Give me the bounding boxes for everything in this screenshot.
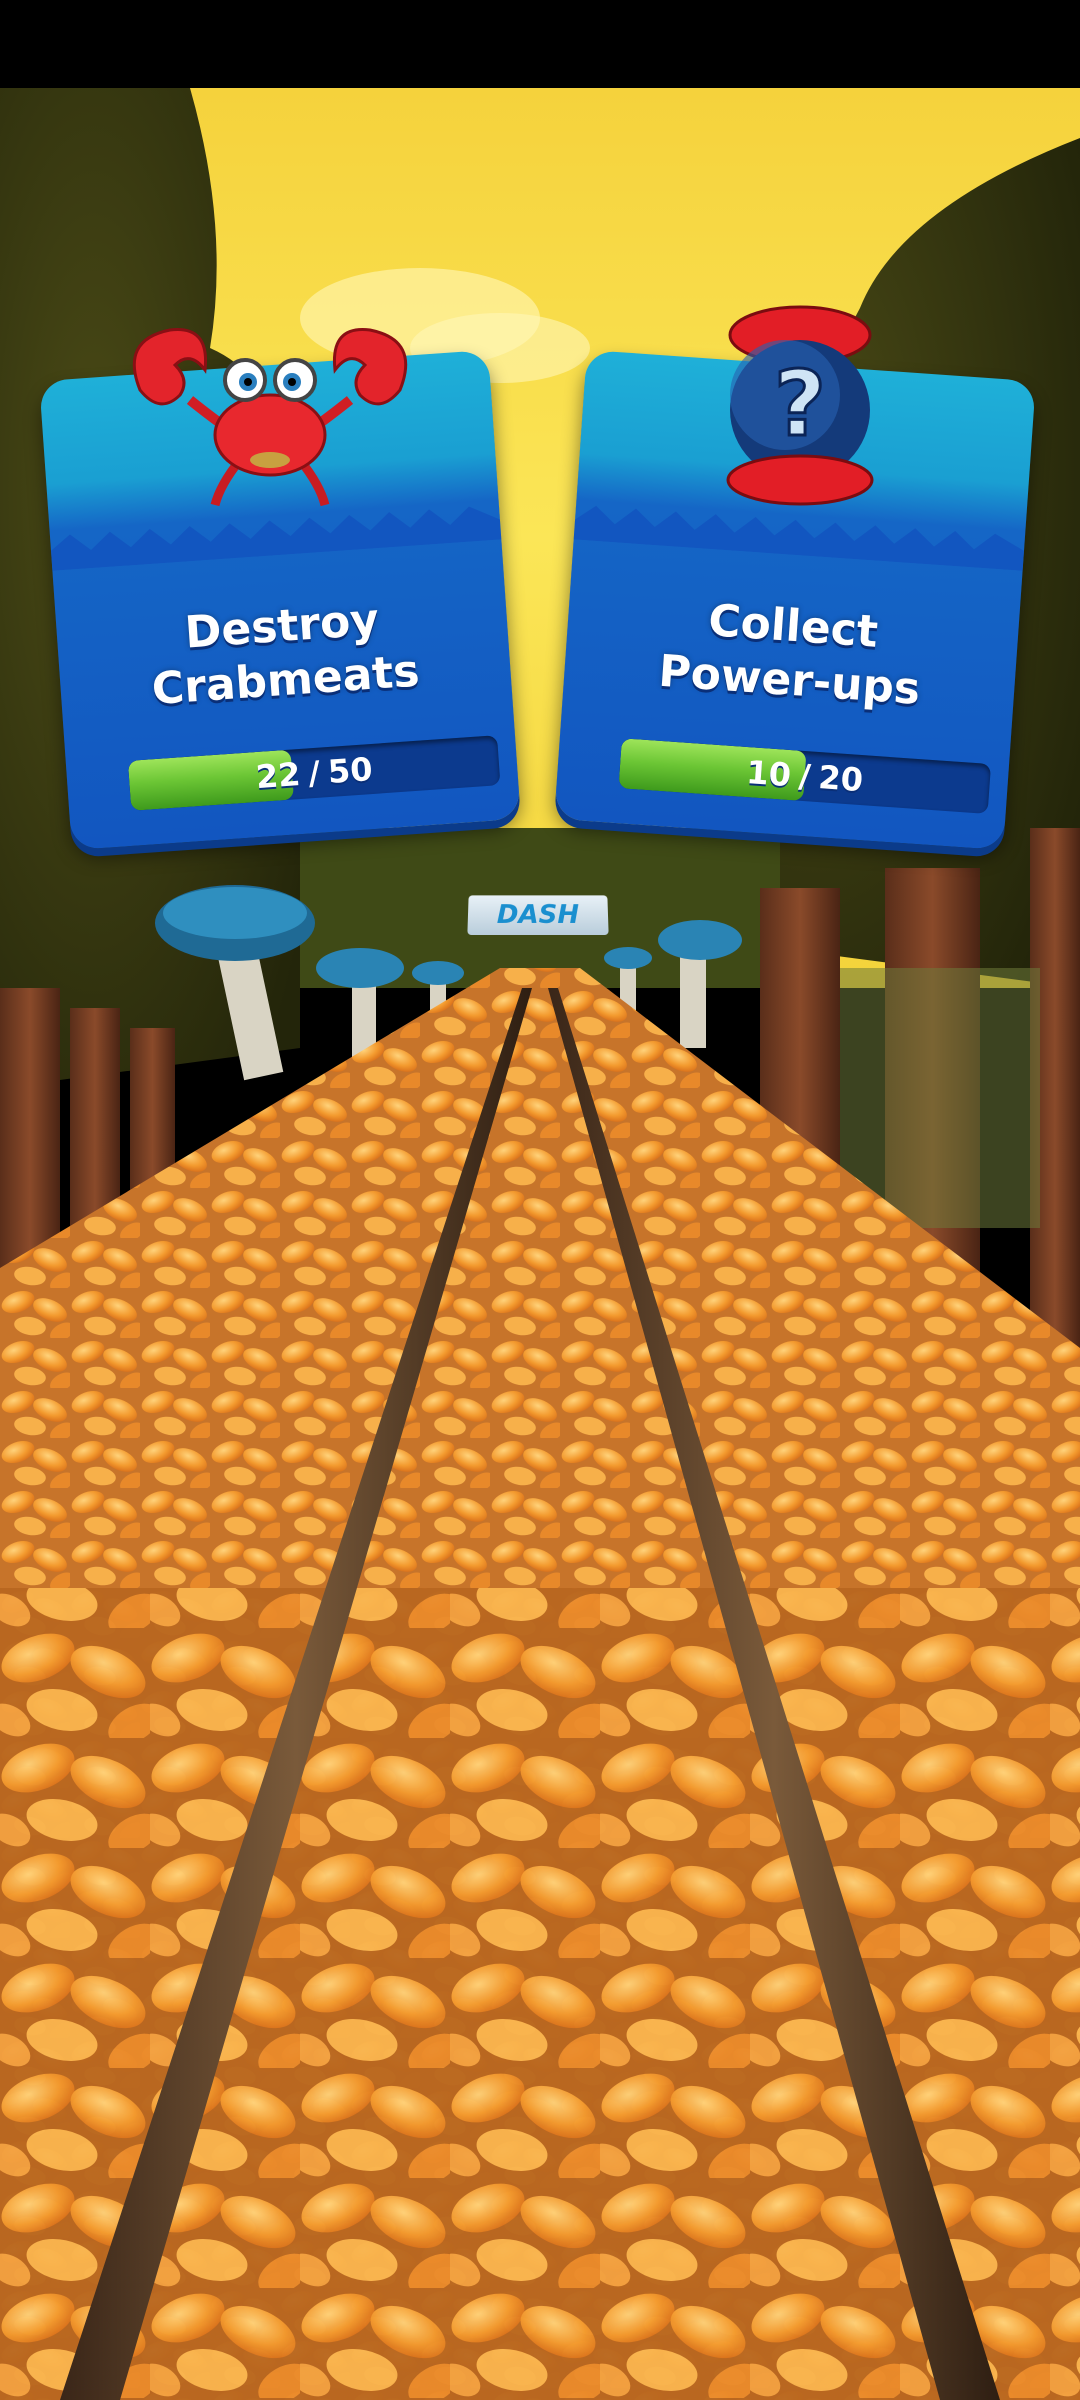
card-wave-divider [51, 506, 502, 571]
progress-separator: / [797, 756, 812, 796]
progress-separator: / [306, 753, 322, 793]
mission-title: Destroy Crabmeats [56, 584, 512, 723]
game-scene: DASH Destroy Crabmeats 22/50 Collect Pow… [0, 0, 1080, 2400]
progress-current: 10 [745, 753, 793, 795]
progress-total: 50 [326, 750, 374, 792]
mission-progress-bar: 22/50 [127, 735, 501, 811]
progress-current: 22 [254, 755, 302, 797]
card-wave-divider [573, 505, 1024, 571]
mission-progress-label: 22/50 [128, 735, 501, 811]
mission-progress-bar: 10/20 [618, 738, 992, 814]
mission-title: Collect Power-ups [563, 584, 1019, 723]
svg-text:?: ? [774, 352, 826, 457]
status-bar [0, 0, 1080, 88]
mystery-powerup-icon: ? [726, 305, 874, 506]
progress-total: 20 [817, 758, 865, 800]
crab-icon [132, 328, 408, 507]
dash-banner: DASH [467, 895, 609, 935]
mission-progress-label: 10/20 [618, 738, 991, 814]
